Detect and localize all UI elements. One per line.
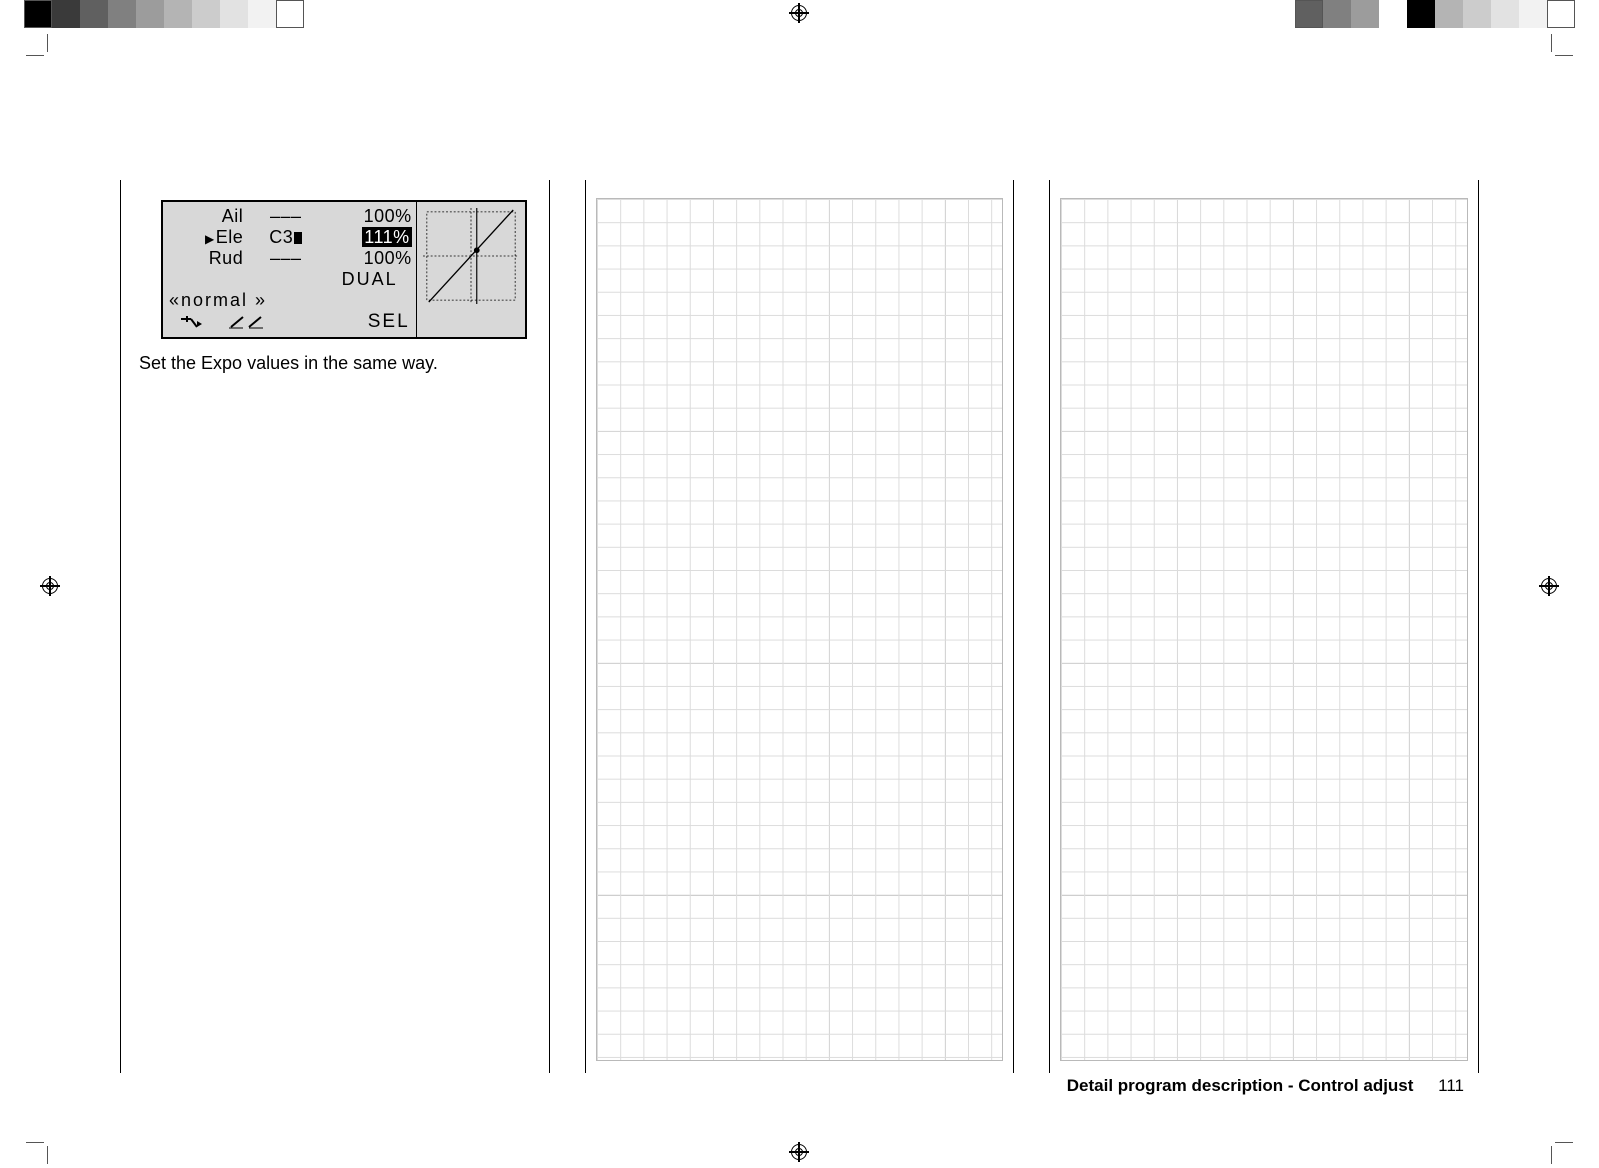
registration-mark: [1541, 578, 1557, 594]
lcd-channel: Rud: [167, 248, 249, 269]
crop-mark: [1551, 38, 1569, 56]
swatch: [1491, 0, 1519, 28]
lcd-graph: [417, 202, 525, 337]
switch-symbol-icon: [179, 315, 205, 329]
registration-mark: [42, 578, 58, 594]
swatch: [136, 0, 164, 28]
swatch: [220, 0, 248, 28]
column-3: [1049, 180, 1479, 1073]
swatch: [276, 0, 304, 28]
swatch: [164, 0, 192, 28]
lcd-value-selected: 111%: [322, 227, 413, 248]
grid-paper: [596, 198, 1004, 1061]
lcd-phase: «normal »: [167, 290, 414, 311]
lcd-channel: Ail: [167, 206, 249, 227]
page-footer: Detail program description - Control adj…: [1067, 1076, 1464, 1096]
swatch: [192, 0, 220, 28]
registration-mark: [791, 5, 807, 21]
lcd-mode: DUAL: [167, 269, 414, 290]
swatch: [1463, 0, 1491, 28]
footer-title: Detail program description - Control adj…: [1067, 1076, 1414, 1095]
lcd-value: 100%: [322, 206, 413, 227]
lcd-channel: Ele: [167, 227, 249, 248]
switch-icon: [294, 232, 302, 244]
swatch: [1435, 0, 1463, 28]
lcd-switch: –––: [249, 248, 322, 269]
page-number: 111: [1438, 1076, 1464, 1095]
swatch: [248, 0, 276, 28]
swatch: [1547, 0, 1575, 28]
caption-text: Set the Expo values in the same way.: [139, 353, 549, 374]
lcd-value: 100%: [322, 248, 413, 269]
swatch: [1379, 0, 1407, 28]
lcd-switch: –––: [249, 206, 322, 227]
swatch-bar-left: [24, 0, 304, 28]
grid-paper: [1060, 198, 1468, 1061]
lcd-sel-label: SEL: [368, 311, 410, 333]
column-2: [585, 180, 1015, 1073]
swatch: [108, 0, 136, 28]
swatch: [1323, 0, 1351, 28]
swatch: [52, 0, 80, 28]
column-1: Ail ––– 100% Ele C3 111% Rud ––– 100: [120, 180, 550, 1073]
swatch: [1351, 0, 1379, 28]
crop-mark: [30, 38, 48, 56]
swatch: [1295, 0, 1323, 28]
swatch: [24, 0, 52, 28]
crop-mark: [1551, 1142, 1569, 1160]
swatch: [1519, 0, 1547, 28]
swatch: [80, 0, 108, 28]
crop-mark: [30, 1142, 48, 1160]
curve-symbol-icon: [229, 315, 263, 329]
lcd-switch: C3: [249, 227, 322, 248]
swatch: [1407, 0, 1435, 28]
swatch-bar-right: [1295, 0, 1575, 28]
registration-mark: [791, 1144, 807, 1160]
lcd-screen: Ail ––– 100% Ele C3 111% Rud ––– 100: [161, 200, 527, 339]
